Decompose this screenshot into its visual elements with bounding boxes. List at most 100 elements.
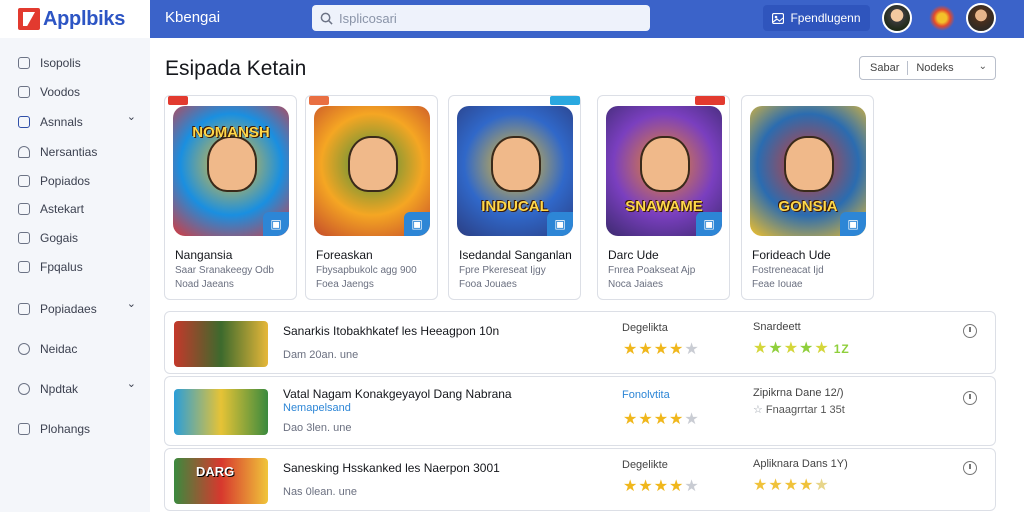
download-icon — [18, 175, 30, 187]
star-icon: ★ — [669, 411, 685, 428]
star-icon: ★ — [638, 411, 654, 428]
home-icon — [18, 57, 30, 69]
gallery-icon: ▣ — [840, 212, 866, 236]
clock-icon — [18, 343, 30, 355]
star-rating: ★★★★★ — [623, 339, 700, 359]
settings-icon — [18, 261, 30, 273]
list-icon — [18, 303, 30, 315]
clock-icon[interactable] — [963, 461, 977, 475]
secondary-star-rating: ★★★★★ — [753, 475, 830, 495]
row-title[interactable]: Vatal Nagam Konakgeyayol Dang Nabrana — [283, 387, 512, 401]
app-icon-art: INDUCAL ▣ — [457, 106, 573, 236]
list-item[interactable]: Sanarkis Itobakhkatef les Heeagpon 10n Da… — [164, 311, 996, 374]
row-title[interactable]: Sanesking Hsskanked les Naerpon 3001 — [283, 461, 500, 475]
sidebar-item[interactable]: Astekart — [18, 202, 140, 216]
card-line1: Fpre Pkereseat Ijgy — [459, 265, 546, 276]
sort-value: Nodeks — [916, 62, 954, 74]
sidebar-item-label: Neidac — [40, 342, 78, 356]
star-icon: ★ — [814, 477, 830, 494]
card-line1: Saar Sranakeegy Odb — [175, 265, 274, 276]
sidebar-item[interactable]: Isopolis — [18, 56, 140, 70]
app-icon-art: SNAWAME ▣ — [606, 106, 722, 236]
user-avatar[interactable] — [966, 3, 996, 33]
sidebar-item[interactable]: Fpqalus — [18, 260, 140, 274]
sidebar-item[interactable]: Voodos — [18, 85, 140, 99]
logo[interactable]: Applbiks — [0, 0, 150, 38]
secondary-label: Zipikrna Dane 12/) — [753, 387, 844, 399]
row-link[interactable]: Nemapelsand — [283, 402, 351, 414]
app-card[interactable]: GONSIA ▣ Forideach Ude Fostreneacat Ijd Feae… — [741, 95, 874, 300]
star-icon: ★ — [653, 478, 670, 495]
card-line2: Fooa Jouaes — [459, 279, 517, 290]
app-card[interactable]: NOMANSH ▣ Nangansia Saar Sranakeegy Odb Noad… — [164, 95, 297, 300]
character-face — [640, 136, 690, 192]
star-icon: ★ — [623, 411, 639, 428]
sort-select[interactable]: Sabar Nodeks ⌄ — [859, 56, 996, 80]
star-icon: ★ — [768, 477, 784, 494]
sidebar-item-label: Npdtak — [40, 382, 79, 396]
card-line2: Feae Iouae — [752, 279, 803, 290]
search-box[interactable] — [312, 5, 650, 31]
sidebar-item-label: Gogais — [40, 231, 79, 245]
list-item[interactable]: DARG Sanesking Hsskanked les Naerpon 3001… — [164, 448, 996, 511]
star-icon: ★ — [669, 341, 685, 358]
app-card[interactable]: INDUCAL ▣ Isedandal Sanganlan Fpre Pkeresea… — [448, 95, 581, 300]
card-subtitle: Fbysapbukolc agg 900 Foea Jaengs — [316, 264, 417, 292]
star-icon: ★ — [638, 478, 654, 495]
clock-icon[interactable] — [963, 391, 977, 405]
top-action-button[interactable]: Fpendlugenn — [763, 5, 870, 31]
doc-icon — [18, 423, 30, 435]
clock-icon[interactable] — [963, 324, 977, 338]
search-icon — [320, 12, 333, 25]
user-icon — [18, 146, 30, 158]
character-face — [207, 136, 257, 192]
sidebar-item[interactable]: Popiados — [18, 174, 140, 188]
star-icon: ★ — [684, 478, 700, 495]
divider — [907, 61, 909, 75]
card-line2: Noad Jaeans — [175, 279, 234, 290]
row-title[interactable]: Sanarkis Itobakhkatef les Heeagpon 10n — [283, 324, 499, 338]
star-icon: ☆ — [753, 404, 766, 416]
star-icon: ★ — [799, 477, 815, 494]
card-subtitle: Saar Sranakeegy Odb Noad Jaeans — [175, 264, 274, 292]
notification-icon[interactable] — [929, 5, 955, 31]
video-icon — [18, 86, 30, 98]
sidebar-item-label: Nersantias — [40, 145, 98, 159]
globe-icon — [18, 383, 30, 395]
app-icon-art: GONSIA ▣ — [750, 106, 866, 236]
star-icon: ★ — [653, 341, 670, 358]
star-rating: ★★★★★ — [623, 409, 700, 429]
secondary-subtitle-text: Fnaagrrtar 1 35t — [765, 404, 845, 416]
search-input[interactable] — [339, 10, 619, 26]
sidebar-item[interactable]: Nersantias — [18, 145, 140, 159]
secondary-subtitle: ☆ Fnaagrrtar 1 35t — [753, 403, 845, 416]
game-thumbnail: DARG — [174, 458, 268, 504]
list-item[interactable]: Vatal Nagam Konakgeyayol Dang Nabrana Nem… — [164, 376, 996, 446]
sidebar-item[interactable]: Popiadaes ⌄ — [18, 298, 140, 316]
gallery-icon: ▣ — [404, 212, 430, 236]
sidebar-item[interactable]: Asnnals ⌄ — [18, 111, 140, 129]
star-icon: ★ — [753, 477, 769, 494]
card-title: Foreaskan — [316, 248, 373, 262]
star-icon: ★ — [783, 340, 800, 357]
app-card[interactable]: SNAWAME ▣ Darc Ude Fnrea Poakseat Ajp Noca J… — [597, 95, 730, 300]
gallery-icon: ▣ — [263, 212, 289, 236]
star-icon: ★ — [684, 341, 700, 358]
sidebar-item[interactable]: Plohangs — [18, 422, 140, 436]
star-icon: ★ — [623, 341, 639, 358]
rating-label: Degelikte — [622, 459, 668, 471]
rating-label: Fonolvtita — [622, 389, 670, 401]
row-subtitle: Dam 20an. une — [283, 349, 359, 361]
art-title: NOMANSH — [192, 124, 270, 141]
sidebar-item[interactable]: Npdtak ⌄ — [18, 378, 140, 396]
row-subtitle: Nas 0lean. une — [283, 486, 357, 498]
avatar[interactable] — [882, 3, 912, 33]
card-tag — [168, 96, 188, 105]
sidebar-item[interactable]: Gogais — [18, 231, 140, 245]
sidebar-item[interactable]: Neidac — [18, 342, 140, 356]
card-line1: Fnrea Poakseat Ajp — [608, 265, 696, 276]
card-tag — [309, 96, 329, 105]
card-subtitle: Fnrea Poakseat Ajp Noca Jaiaes — [608, 264, 695, 292]
app-card[interactable]: ▣ Foreaskan Fbysapbukolc agg 900 Foea Jaeng… — [305, 95, 438, 300]
card-title: Darc Ude — [608, 248, 659, 262]
